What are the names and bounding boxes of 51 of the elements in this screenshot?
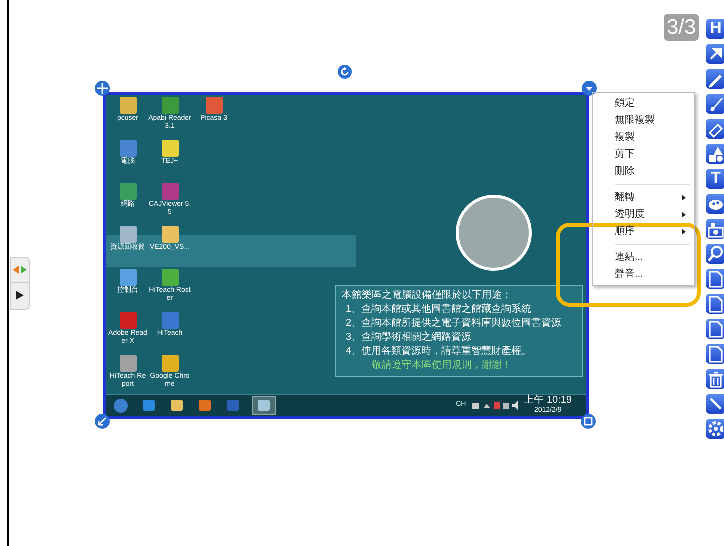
taskbar-button[interactable] [252,396,276,415]
pen-icon[interactable] [706,69,724,89]
rotate-handle-icon[interactable] [338,65,352,79]
clock-time: 上午 10:19 [524,396,572,406]
menu-item[interactable]: 無限複製 [593,112,694,129]
page-counter: 3/3 [664,14,700,41]
notice-heading: 本館樂區之電腦設備僅限於以下用途： [342,290,513,302]
app-shortcut-icon[interactable] [162,355,178,372]
tray-icons[interactable] [472,401,518,410]
shapes-icon[interactable] [706,144,724,164]
notice-footer: 敬請遵守本區使用規則，謝謝！ [342,360,576,372]
menu-item[interactable]: 順序 [593,223,694,240]
page-icon[interactable] [706,269,724,289]
notice-line: 1、查詢本館或其他圖書館之館藏查詢系統 [345,304,533,316]
app-shortcut-icon[interactable] [120,97,136,114]
page-icon[interactable] [706,344,724,364]
app-shortcut-icon[interactable] [162,226,178,243]
text-tool-button[interactable]: T [706,169,724,189]
menu-item[interactable]: 連結... [593,249,694,266]
page-icon[interactable] [706,319,724,339]
menu-item[interactable]: 透明度 [593,206,694,223]
notice-line: 4、使用各類資源時，請尊重智慧財產權。 [345,346,533,358]
play-triangle-icon[interactable] [16,291,24,300]
submenu-arrow-icon [682,194,686,200]
notice-line: 2、查詢本館所提供之電子資料庫與數位圖書資源 [345,318,563,330]
dropdown-handle-icon[interactable] [582,81,597,96]
menu-item[interactable]: 翻轉 [593,189,694,206]
app-shortcut-icon[interactable] [162,140,178,157]
menu-item[interactable]: 鎖定 [593,95,694,112]
menu-item[interactable]: 複製 [593,129,694,146]
app-shortcut-icon[interactable] [120,269,136,286]
move-handle-icon[interactable] [95,81,110,96]
camera-icon[interactable] [706,219,724,239]
page-icon[interactable] [706,294,724,314]
resize-handle-icon[interactable] [95,414,110,429]
menu-item[interactable]: 聲音... [593,266,694,283]
app-shortcut-icon[interactable] [162,269,178,286]
settings-icon[interactable] [706,419,724,439]
notice-line: 3、查詢學術相關之網路資源 [345,332,473,344]
menu-item[interactable]: 刪除 [593,163,694,180]
app-shortcut-icon[interactable] [120,355,136,372]
submenu-arrow-icon [682,228,686,234]
menu-item[interactable]: 剪下 [593,146,694,163]
desktop-screenshot[interactable] [103,92,589,419]
eraser-icon[interactable] [706,119,724,139]
scale-handle-icon[interactable] [581,414,596,429]
app-logo[interactable]: H [706,19,724,39]
brush-icon[interactable] [706,94,724,114]
search-icon[interactable] [706,244,724,264]
trash-icon[interactable] [706,369,724,389]
submenu-arrow-icon [682,212,686,218]
